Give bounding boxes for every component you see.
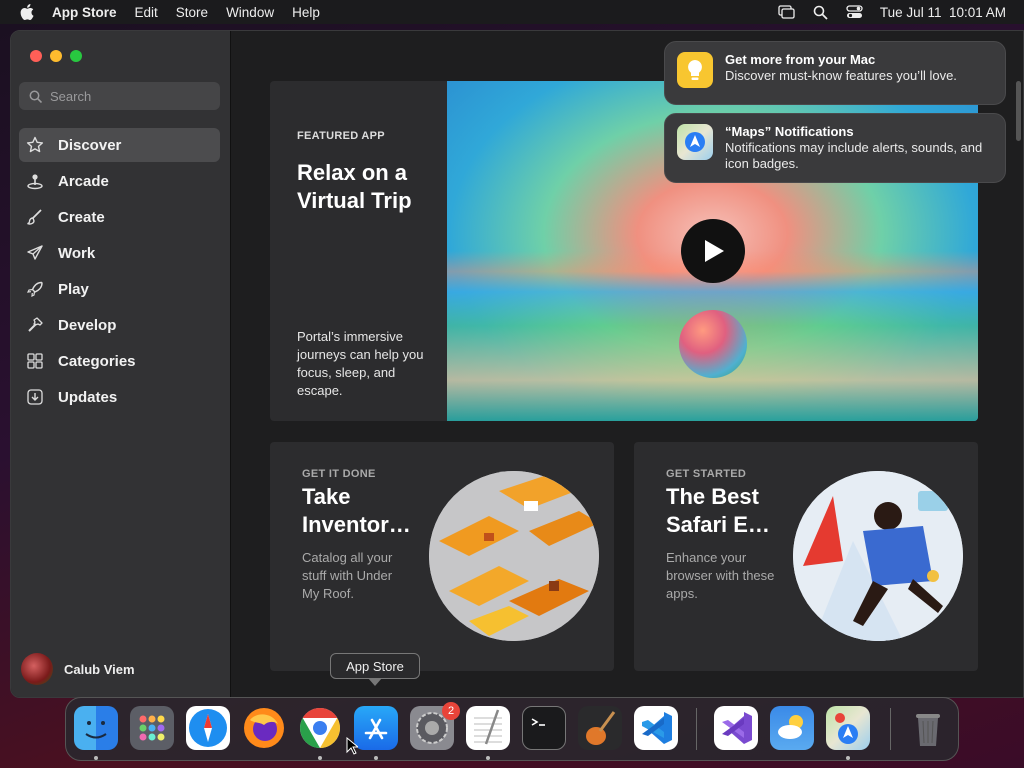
menu-window[interactable]: Window (226, 5, 274, 20)
scrollbar[interactable] (1016, 81, 1021, 141)
running-indicator (374, 756, 378, 760)
app-store-icon[interactable] (354, 706, 398, 750)
card-title: Take Inventor… (302, 484, 411, 537)
card-description: Enhance your browser with these apps. (666, 550, 775, 601)
safari-icon[interactable] (186, 706, 230, 750)
notification-badge: 2 (442, 702, 460, 720)
notification-body: Discover must-know features you’ll love. (725, 68, 957, 83)
running-indicator (94, 756, 98, 760)
visual-studio-icon[interactable] (714, 706, 758, 750)
trash-icon[interactable] (906, 706, 950, 750)
sidebar-nav: Discover Arcade Create Work Play Develop (19, 128, 220, 416)
user-account[interactable]: Calub Viem (21, 653, 135, 685)
maps-icon[interactable] (826, 706, 870, 750)
sidebar-item-label: Play (58, 280, 89, 298)
sidebar-item-label: Develop (58, 316, 117, 334)
sidebar-item-categories[interactable]: Categories (19, 344, 220, 378)
window-controls (30, 50, 82, 62)
sidebar-item-label: Arcade (58, 172, 109, 190)
card-title: The Best Safari E… (666, 484, 770, 537)
fullscreen-button[interactable] (70, 50, 82, 62)
hammer-icon (25, 315, 45, 335)
notification-body: Notifications may include alerts, sounds… (725, 140, 983, 171)
notification-title: Get more from your Mac (725, 52, 876, 67)
sidebar: Search Discover Arcade Create Work Play (11, 31, 231, 697)
sidebar-item-updates[interactable]: Updates (19, 380, 220, 414)
search-icon (29, 90, 42, 103)
firefox-icon[interactable] (242, 706, 286, 750)
search-placeholder: Search (50, 88, 92, 104)
card-description: Catalog all your stuff with Under My Roo… (302, 550, 393, 601)
finder-icon[interactable] (74, 706, 118, 750)
menu-bar: App Store Edit Store Window Help Tue Jul… (0, 0, 1024, 24)
play-icon (705, 240, 724, 262)
hero-eyebrow: FEATURED APP (297, 130, 385, 142)
dock-separator (696, 708, 697, 750)
garageband-icon[interactable] (578, 706, 622, 750)
minimize-button[interactable] (50, 50, 62, 62)
rocket-icon (25, 279, 45, 299)
running-indicator (486, 756, 490, 760)
play-button[interactable] (681, 219, 745, 283)
running-indicator (318, 756, 322, 760)
paperplane-icon (25, 243, 45, 263)
notification-title: “Maps” Notifications (725, 124, 854, 139)
star-icon (25, 135, 45, 155)
sidebar-item-label: Discover (58, 136, 122, 154)
hero-title: Relax on a Virtual Trip (297, 160, 412, 213)
tips-lightbulb-icon (677, 52, 713, 88)
joystick-icon (25, 171, 45, 191)
dock-tooltip: App Store (330, 653, 420, 679)
card-eyebrow: GET STARTED (666, 468, 747, 480)
sidebar-item-develop[interactable]: Develop (19, 308, 220, 342)
story-card-inventory[interactable]: GET IT DONE Take Inventor… Catalog all y… (270, 442, 614, 671)
terminal-icon[interactable] (522, 706, 566, 750)
user-name: Calub Viem (64, 661, 135, 677)
running-indicator (846, 756, 850, 760)
sidebar-item-label: Updates (58, 388, 118, 406)
spotlight-search-icon[interactable] (812, 4, 830, 20)
download-icon (25, 387, 45, 407)
sidebar-item-label: Create (58, 208, 105, 226)
textedit-icon[interactable] (466, 706, 510, 750)
notification-tips[interactable]: Get more from your Mac Discover must-kno… (664, 41, 1006, 105)
menu-store[interactable]: Store (176, 5, 208, 20)
sidebar-item-play[interactable]: Play (19, 272, 220, 306)
hero-description: Portal’s immersive journeys can help you… (297, 329, 424, 398)
sidebar-item-create[interactable]: Create (19, 200, 220, 234)
grid-icon (25, 351, 45, 371)
card-eyebrow: GET IT DONE (302, 468, 376, 480)
sidebar-item-work[interactable]: Work (19, 236, 220, 270)
sidebar-item-label: Work (58, 244, 96, 262)
dock: 2 (65, 697, 959, 761)
screen-mirroring-icon[interactable] (778, 4, 796, 20)
system-settings-icon[interactable]: 2 (410, 702, 460, 750)
mouse-cursor-icon (346, 736, 360, 760)
paintbrush-icon (25, 207, 45, 227)
chrome-icon[interactable] (298, 706, 342, 750)
apple-menu-icon[interactable] (16, 0, 38, 24)
card-illustration (429, 471, 599, 641)
search-input[interactable]: Search (19, 82, 220, 110)
sidebar-item-discover[interactable]: Discover (19, 128, 220, 162)
notification-maps[interactable]: “Maps” Notifications Notifications may i… (664, 113, 1006, 183)
launchpad-icon[interactable] (130, 706, 174, 750)
menu-app-name[interactable]: App Store (52, 5, 117, 20)
weather-icon[interactable] (770, 706, 814, 750)
avatar (21, 653, 53, 685)
sidebar-item-label: Categories (58, 352, 136, 370)
menu-help[interactable]: Help (292, 5, 320, 20)
tooltip-arrow (368, 678, 382, 686)
dock-separator (890, 708, 891, 750)
menu-clock[interactable]: Tue Jul 11 10:01 AM (880, 5, 1006, 20)
control-center-icon[interactable] (846, 4, 864, 20)
vscode-icon[interactable] (634, 706, 678, 750)
close-button[interactable] (30, 50, 42, 62)
story-card-safari-extensions[interactable]: GET STARTED The Best Safari E… Enhance y… (634, 442, 978, 671)
maps-app-icon (677, 124, 713, 160)
menu-edit[interactable]: Edit (135, 5, 158, 20)
card-illustration (793, 471, 963, 641)
orb-image (679, 310, 747, 378)
sidebar-item-arcade[interactable]: Arcade (19, 164, 220, 198)
